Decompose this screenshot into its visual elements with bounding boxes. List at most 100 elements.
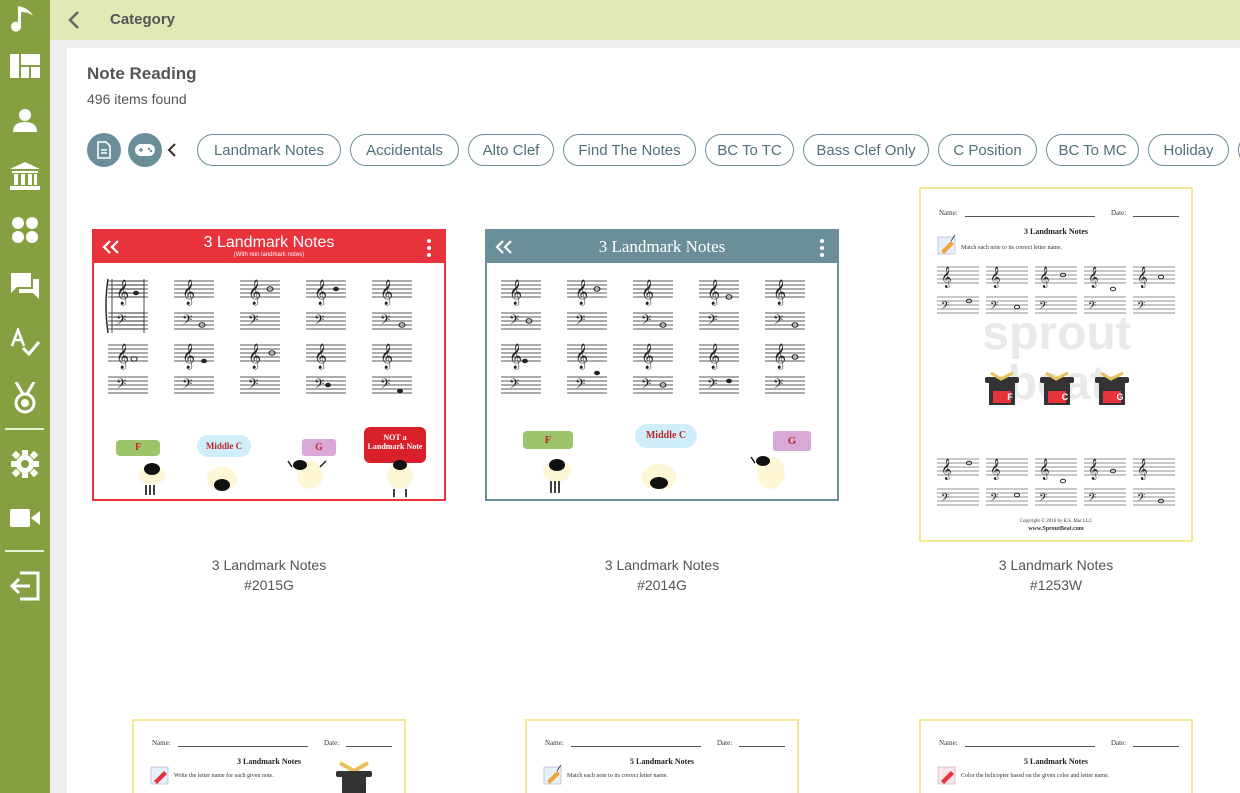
music-note-icon[interactable] [0,0,50,40]
ws-instruction: Color the helicopter based on the given … [961,773,1110,779]
ws-url: www.SproutBeat.com [1028,526,1084,532]
item-card[interactable]: 3 Landmark Notes (With non landmark note… [92,229,446,601]
svg-text:𝄞: 𝄞 [990,459,1001,480]
pencil-icon [543,764,562,785]
video-icon[interactable] [0,498,50,538]
chip-bc-to-mc[interactable]: BC To MC [1046,134,1139,166]
ws-name-label: Name: [152,739,171,747]
svg-text:𝄞: 𝄞 [248,279,261,305]
settings-icon[interactable] [0,444,50,484]
ws-copyright: Copyright © 2016 by E.S. Mar LLC [1019,519,1093,524]
svg-text:𝄢: 𝄢 [707,376,717,395]
svg-text:𝄞: 𝄞 [1137,459,1148,480]
svg-text:𝄞: 𝄞 [509,279,522,305]
filter-row: Landmark Notes Accidentals Alto Clef Fin… [87,133,1240,167]
svg-text:𝄢: 𝄢 [1088,492,1096,507]
ws-date-line [1133,746,1179,747]
svg-text:𝄢: 𝄢 [1039,300,1047,315]
svg-text:𝄢: 𝄢 [116,312,126,331]
logout-icon[interactable] [0,566,50,606]
svg-text:𝄢: 𝄢 [182,312,192,331]
item-card[interactable]: Name: Date: 5 Landmark Notes Color the h… [919,719,1193,793]
chat-icon[interactable] [0,266,50,306]
svg-text:𝄢: 𝄢 [941,300,949,315]
chip-c-position[interactable]: C Position [938,134,1037,166]
ws-instruction: Write the letter name for each given not… [174,773,274,779]
svg-text:𝄢: 𝄢 [773,312,783,331]
chips-scroll-left-button[interactable] [167,142,181,158]
spellcheck-icon[interactable] [0,322,50,362]
chip-find-the-notes[interactable]: Find The Notes [563,134,696,166]
svg-text:𝄢: 𝄢 [990,300,998,315]
svg-text:𝄢: 𝄢 [509,312,519,331]
chip-bass-clef-only[interactable]: Bass Clef Only [803,134,929,166]
svg-text:𝄢: 𝄢 [248,312,258,331]
sheep-characters [139,460,413,497]
breadcrumb-title: Category [110,11,176,28]
worksheet-filter-button[interactable] [87,133,121,167]
pencil-icon [150,766,169,785]
item-card[interactable]: 3 Landmark Notes 𝄞 𝄢 𝄞 𝄢 𝄞 𝄢 𝄞 𝄢 𝄞 𝄢 𝄞 𝄢 𝄞 𝄢 𝄞 𝄢… [485,229,839,601]
staff-row-top: 𝄞 𝄞 𝄞 𝄞 𝄞 𝄢 𝄢 𝄢 𝄢 𝄢 [937,266,1175,315]
svg-text:𝄞: 𝄞 [641,279,654,305]
svg-text:𝄞: 𝄞 [990,267,1001,288]
label-middle-c: Middle C [635,424,697,448]
item-card[interactable]: Name: Date: 3 Landmark Notes Write the l… [132,719,406,793]
ws-date-label: Date: [324,739,340,747]
institution-icon[interactable] [0,156,50,196]
ws-name-label: Name: [545,739,564,747]
more-vertical-icon [427,239,431,257]
svg-text:𝄞: 𝄞 [182,343,195,369]
worksheet-thumbnail: Name: Date: 5 Landmark Notes Color the h… [919,719,1193,793]
chip-alto-clef[interactable]: Alto Clef [468,134,554,166]
ws-instruction: Match each note to its correct letter na… [961,245,1062,251]
svg-text:𝄞: 𝄞 [314,279,327,305]
ws-name-line [965,216,1095,217]
medal-icon[interactable] [0,378,50,418]
svg-text:𝄢: 𝄢 [941,492,949,507]
svg-text:𝄞: 𝄞 [248,343,261,369]
top-bar: Category [50,0,1240,40]
ws-date-line [1133,216,1179,217]
sidebar-divider [5,550,44,552]
svg-text:𝄢: 𝄢 [509,376,519,395]
svg-text:𝄢: 𝄢 [248,376,258,395]
ws-name-line [965,746,1095,747]
svg-text:𝄞: 𝄞 [707,279,720,305]
item-card[interactable]: Name: Date: 3 Landmark Notes Match each … [919,187,1193,601]
svg-text:𝄞: 𝄞 [380,279,393,305]
svg-text:𝄞: 𝄞 [1137,267,1148,288]
ws-title: 3 Landmark Notes [1023,227,1088,236]
gamepad-icon [135,144,155,156]
grand-staff-grid: 𝄞 𝄢 𝄞 𝄢 𝄞 𝄢 𝄞 𝄢 𝄞 𝄢 𝄞 𝄢 𝄞 𝄢 𝄞 𝄢 𝄞 𝄢 𝄞 𝄢 [501,279,805,395]
svg-text:𝄞: 𝄞 [1088,459,1099,480]
label-middle-c: Middle C [197,435,251,457]
ws-date-label: Date: [1111,209,1127,217]
chip-bc-to-tc[interactable]: BC To TC [705,134,794,166]
svg-text:𝄢: 𝄢 [641,312,651,331]
ws-instruction: Match each note to its correct letter na… [567,773,668,779]
game-filter-button[interactable] [128,133,162,167]
ws-name-label: Name: [939,739,958,747]
chip-landmark-notes[interactable]: Landmark Notes [197,134,341,166]
ws-name-line [178,746,308,747]
sheep-characters [543,456,785,493]
svg-text:𝄞: 𝄞 [116,279,129,305]
item-card[interactable]: Name: Date: 5 Landmark Notes Match each … [525,719,799,793]
item-code: #2014G [637,577,687,593]
chip-holiday[interactable]: Holiday [1148,134,1229,166]
back-button[interactable] [62,8,86,32]
person-icon[interactable] [0,100,50,140]
chevron-left-icon [68,11,79,29]
svg-text:𝄢: 𝄢 [575,376,585,395]
pencil-icon [937,234,956,255]
dashboard-icon[interactable] [0,46,50,86]
groups-icon[interactable] [0,210,50,250]
chip-accidentals[interactable]: Accidentals [350,134,459,166]
ws-date-label: Date: [717,739,733,747]
ws-title: 5 Landmark Notes [1023,757,1088,766]
svg-text:𝄞: 𝄞 [575,279,588,305]
svg-text:𝄢: 𝄢 [1137,300,1145,315]
svg-text:𝄞: 𝄞 [941,459,952,480]
svg-text:𝄞: 𝄞 [509,343,522,369]
